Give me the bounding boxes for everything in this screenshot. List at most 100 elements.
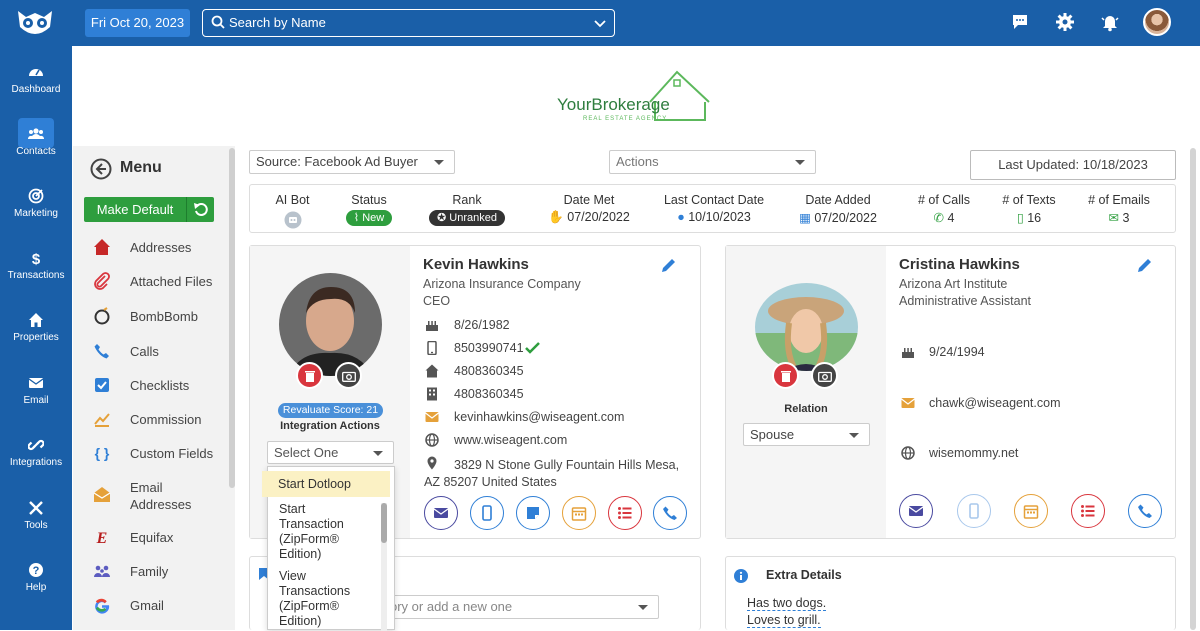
delete-photo-button[interactable] xyxy=(296,362,323,389)
email-value[interactable]: kevinhawkins@wiseagent.com xyxy=(454,410,624,424)
nav-help[interactable]: ? Help xyxy=(0,562,72,593)
user-avatar[interactable] xyxy=(1143,8,1171,36)
menu-item-label: Checklists xyxy=(130,378,190,393)
nav-email[interactable]: Email xyxy=(0,375,72,406)
extra-detail-line[interactable]: Loves to grill. xyxy=(747,613,821,628)
task-action-button[interactable] xyxy=(1071,494,1105,528)
date-button[interactable]: Fri Oct 20, 2023 xyxy=(85,9,190,37)
nav-tools[interactable]: Tools xyxy=(0,500,72,531)
envelope-icon: ✉ xyxy=(1108,211,1120,225)
menu-item-label: Calls xyxy=(130,344,159,359)
delete-photo-button[interactable] xyxy=(772,362,799,389)
menu-item-label: Commission xyxy=(130,412,202,427)
mobile-icon xyxy=(482,505,492,521)
dropdown-option-start-dotloop[interactable]: Start Dotloop xyxy=(262,471,390,497)
menu-item-email-addresses[interactable]: Email Addresses xyxy=(90,478,230,512)
stat-label: # of Calls xyxy=(917,193,971,207)
reset-button[interactable] xyxy=(186,197,214,222)
contact-photo[interactable] xyxy=(755,283,858,371)
call-action-button[interactable] xyxy=(1128,494,1162,528)
contact-photo[interactable] xyxy=(279,273,382,376)
mobile-value[interactable]: 8503990741 xyxy=(454,341,524,355)
chat-icon[interactable] xyxy=(1010,12,1030,32)
source-select[interactable]: Source: Facebook Ad Buyer xyxy=(249,150,455,174)
gear-icon[interactable] xyxy=(1055,12,1075,32)
camera-button[interactable] xyxy=(335,362,362,389)
status-badge[interactable]: ⌇ New xyxy=(345,210,393,226)
email-value[interactable]: chawk@wiseagent.com xyxy=(929,396,1061,410)
make-default-button[interactable]: Make Default xyxy=(84,197,186,222)
actions-select[interactable]: Actions xyxy=(609,150,816,174)
contact-name: Cristina Hawkins xyxy=(899,256,1020,273)
search-icon xyxy=(211,15,225,29)
email-action-button[interactable] xyxy=(899,494,933,528)
trash-icon xyxy=(781,371,791,382)
nav-marketing[interactable]: Marketing xyxy=(0,188,72,219)
address-line2[interactable]: AZ 85207 United States xyxy=(424,475,557,489)
camera-button[interactable] xyxy=(811,362,838,389)
envelope-icon xyxy=(425,412,439,422)
back-arrow-icon[interactable] xyxy=(90,158,112,180)
category-placeholder: ory or add a new one xyxy=(390,599,513,614)
option-line: View xyxy=(279,569,306,583)
phone-icon xyxy=(94,344,109,359)
extra-detail-line[interactable]: Has two dogs. xyxy=(747,596,827,611)
dropdown-scrollbar[interactable] xyxy=(381,503,387,543)
robot-icon[interactable] xyxy=(284,211,302,229)
bell-icon[interactable] xyxy=(1100,12,1120,32)
caret-down-icon xyxy=(373,451,383,456)
address-line1[interactable]: 3829 N Stone Gully Fountain Hills Mesa, xyxy=(454,458,679,472)
chart-icon xyxy=(94,413,110,427)
menu-scrollbar[interactable] xyxy=(229,148,235,488)
brand-tagline: REAL ESTATE AGENCY xyxy=(583,116,667,122)
call-action-button[interactable] xyxy=(653,496,687,530)
menu-item-label-line1: Email xyxy=(130,480,163,495)
stat-label: Date Added xyxy=(805,193,871,207)
menu-item-label: Gmail xyxy=(130,598,164,613)
calendar-action-button[interactable] xyxy=(562,496,596,530)
verified-check-icon xyxy=(525,342,540,354)
menu-item-label: Custom Fields xyxy=(130,446,214,461)
stat-label: Last Contact Date xyxy=(663,193,765,207)
relation-select[interactable]: Spouse xyxy=(743,423,870,446)
owl-logo-icon[interactable] xyxy=(14,7,56,39)
text-action-button[interactable] xyxy=(957,494,991,528)
edit-pencil-icon[interactable] xyxy=(660,257,677,274)
status-value: New xyxy=(362,212,385,224)
page-scrollbar[interactable] xyxy=(1190,148,1196,630)
nav-integrations[interactable]: Integrations xyxy=(0,437,72,468)
nav-dashboard[interactable]: Dashboard xyxy=(0,64,72,95)
nav-contacts[interactable]: Contacts xyxy=(0,118,72,157)
svg-text:$: $ xyxy=(32,251,41,266)
chevron-down-icon[interactable] xyxy=(592,15,608,31)
brokerage-logo: YourBrokerage REAL ESTATE AGENCY xyxy=(557,70,710,122)
task-action-button[interactable] xyxy=(608,496,642,530)
search-input[interactable]: Search by Name xyxy=(202,9,615,37)
option-line: (ZipForm® xyxy=(279,532,339,546)
rank-badge[interactable]: ✪ Unranked xyxy=(429,210,505,226)
dropdown-option-view-transactions[interactable]: View Transactions (ZipForm® Edition) xyxy=(268,569,388,629)
office-phone-value[interactable]: 4808360345 xyxy=(454,387,524,401)
email-action-button[interactable] xyxy=(424,496,458,530)
nav-transactions[interactable]: $ Transactions xyxy=(0,250,72,281)
last-updated-text: Last Updated: 10/18/2023 xyxy=(998,157,1148,172)
phone-icon xyxy=(1138,504,1152,518)
menu-item-label: Family xyxy=(130,564,169,579)
website-value[interactable]: wisemommy.net xyxy=(929,446,1018,460)
integration-actions-select[interactable]: Select One xyxy=(267,441,394,464)
text-action-button[interactable] xyxy=(470,496,504,530)
google-icon xyxy=(95,598,110,614)
address-row: 3829 N Stone Gully Fountain Hills Mesa, … xyxy=(424,456,690,490)
calendar-action-button[interactable] xyxy=(1014,494,1048,528)
edit-pencil-icon[interactable] xyxy=(1136,257,1153,274)
note-action-button[interactable] xyxy=(516,496,550,530)
category-select[interactable]: ory or add a new one xyxy=(383,595,659,619)
website-value[interactable]: www.wiseagent.com xyxy=(454,433,567,447)
nav-label: Email xyxy=(23,395,49,406)
dropdown-option-start-transaction[interactable]: Start Transaction (ZipForm® Edition) xyxy=(268,502,388,562)
home-phone-value[interactable]: 4808360345 xyxy=(454,364,524,378)
revaluate-score-badge[interactable]: Revaluate Score: 21 xyxy=(278,403,383,418)
globe-icon xyxy=(901,446,915,460)
actions-value: Actions xyxy=(616,154,659,169)
nav-properties[interactable]: Properties xyxy=(0,312,72,343)
